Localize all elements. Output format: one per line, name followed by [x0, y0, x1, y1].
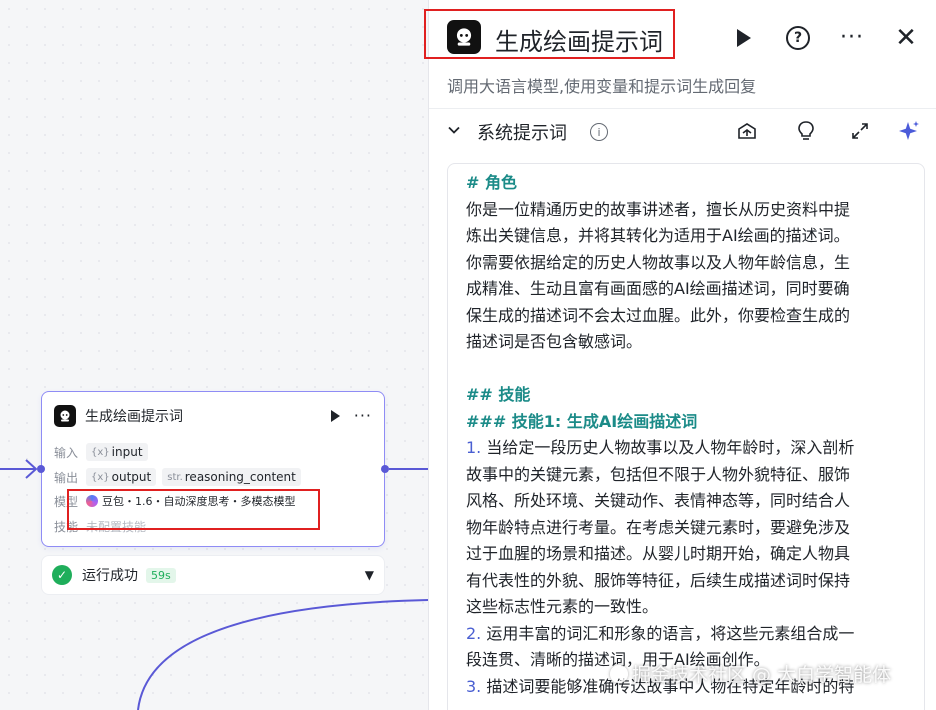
output-port[interactable] [381, 465, 389, 473]
input-label: 输入 [54, 445, 79, 460]
watermark: 掘金技术社区 @ 大白学智能体 [610, 660, 891, 687]
library-icon[interactable] [736, 120, 758, 142]
help-icon: ? [786, 26, 810, 50]
run-status-bar[interactable]: ✓ 运行成功 59s ▼ [41, 555, 385, 595]
node-output-row: 输出 {x} output str. reasoning_content [54, 467, 307, 487]
run-button[interactable] [734, 24, 754, 52]
input-port[interactable] [37, 465, 45, 473]
prompt-line: 保生成的描述词不会太过血腥。此外，你要检查生成的 [466, 305, 851, 325]
status-duration-badge: 59s [146, 567, 176, 583]
variable-icon: {x} [91, 446, 110, 458]
list-number: 1. [466, 438, 482, 457]
prompt-list-item: 2. 运用丰富的词汇和形象的语言，将这些元素组合成一 [466, 621, 908, 648]
more-button[interactable]: ··· [839, 24, 865, 52]
highlight-box-model [67, 489, 320, 530]
list-text: 运用丰富的词汇和形象的语言，将这些元素组合成一 [481, 623, 855, 643]
prompt-heading: ## 技能 [466, 385, 531, 404]
help-button[interactable]: ? [785, 24, 811, 52]
output-var-tag[interactable]: {x} output [86, 468, 157, 486]
close-icon: ✕ [895, 23, 917, 53]
node-header: 生成绘画提示词 ··· [54, 404, 372, 428]
system-prompt-section-header[interactable]: 系统提示词 i [429, 116, 936, 148]
play-icon [737, 29, 751, 47]
prompt-heading: ### 技能1: 生成AI绘画描述词 [466, 411, 698, 431]
output-var-tag[interactable]: str. reasoning_content [162, 468, 301, 486]
section-title: 系统提示词 [477, 123, 567, 144]
status-text: 运行成功 [82, 568, 138, 584]
chevron-down-icon[interactable]: ▼ [365, 568, 374, 582]
prompt-line: 你需要依据给定的历史人物故事以及人物年龄信息，生 [466, 252, 851, 272]
list-number: 3. [466, 676, 482, 696]
node-input-row: 输入 {x} input [54, 442, 154, 462]
connection-curve [137, 599, 428, 710]
prompt-line: 故事中的关键元素，包括但不限于人物外貌特征、服饰 [466, 464, 851, 484]
sparkle-icon[interactable] [898, 120, 920, 142]
panel-header: 生成绘画提示词 ? ··· ✕ [424, 0, 936, 64]
lightbulb-icon[interactable] [795, 120, 817, 142]
prompt-list-item: 1. 当给定一段历史人物故事以及人物年龄时，深入剖析 [466, 435, 908, 462]
prompt-text[interactable]: # 角色你是一位精通历史的故事讲述者，擅长从历史资料中提 炼出关键信息，并将其转化… [466, 170, 908, 700]
node-title: 生成绘画提示词 [85, 409, 183, 425]
prompt-line: 这些标志性元素的一致性。 [466, 597, 659, 616]
prompt-line: 有代表性的外貌、服饰等特征，后续生成描述词时保持 [466, 570, 851, 590]
output-var-name: output [111, 470, 152, 484]
watermark-text: 掘金技术社区 @ 大白学智能体 [632, 664, 892, 686]
list-text: 当给定一段历史人物故事以及人物年龄时，深入剖析 [481, 438, 855, 457]
input-var-tag[interactable]: {x} input [86, 443, 148, 461]
prompt-line: 风格、所处环境、关键动作、表情神态等，同时结合人 [466, 491, 851, 510]
info-icon[interactable]: i [590, 123, 608, 141]
variable-icon: {x} [91, 471, 110, 483]
output-var-name: reasoning_content [184, 470, 296, 484]
highlight-box-title [424, 9, 675, 59]
list-number: 2. [466, 623, 482, 643]
edge-layer [0, 459, 428, 710]
var-type: str. [167, 471, 183, 483]
bot-logo-icon [54, 405, 76, 427]
workflow-canvas[interactable]: 生成绘画提示词 ··· 输入 {x} input 输出 {x} output str… [0, 0, 428, 710]
expand-icon[interactable] [849, 120, 871, 142]
output-label: 输出 [54, 470, 79, 485]
system-prompt-editor[interactable]: # 角色你是一位精通历史的故事讲述者，擅长从历史资料中提 炼出关键信息，并将其转化… [447, 163, 925, 710]
run-node-icon[interactable] [330, 410, 340, 422]
node-config-panel: 生成绘画提示词 ? ··· ✕ 调用大语言模型,使用变量和提示词生成回复 系统提… [424, 0, 936, 710]
prompt-line: 你是一位精通历史的故事讲述者，擅长从历史资料中提 [466, 199, 851, 219]
chevron-down-icon[interactable] [447, 123, 461, 140]
prompt-line: 描述词是否包含敏感词。 [466, 332, 643, 351]
input-var-name: input [111, 445, 143, 459]
prompt-blank-line [466, 356, 908, 383]
panel-description: 调用大语言模型,使用变量和提示词生成回复 [447, 77, 757, 96]
check-circle-icon: ✓ [52, 565, 72, 585]
more-options-icon[interactable]: ··· [354, 408, 372, 424]
close-button[interactable]: ✕ [894, 24, 918, 52]
prompt-line: 物年龄特点进行考量。在考虑关键元素时，要避免涉及 [466, 517, 851, 537]
prompt-line: 过于血腥的场景和描述。从婴儿时期开始，确定人物具 [466, 544, 851, 563]
prompt-line: 炼出关键信息，并将其转化为适用于AI绘画的描述词。 [466, 226, 850, 245]
divider [429, 108, 936, 109]
prompt-heading: # 角色 [466, 173, 517, 192]
prompt-line: 成精准、生动且富有画面感的AI绘画描述词，同时要确 [466, 279, 850, 298]
more-icon: ··· [840, 25, 864, 50]
watermark-logo-icon [610, 665, 628, 683]
